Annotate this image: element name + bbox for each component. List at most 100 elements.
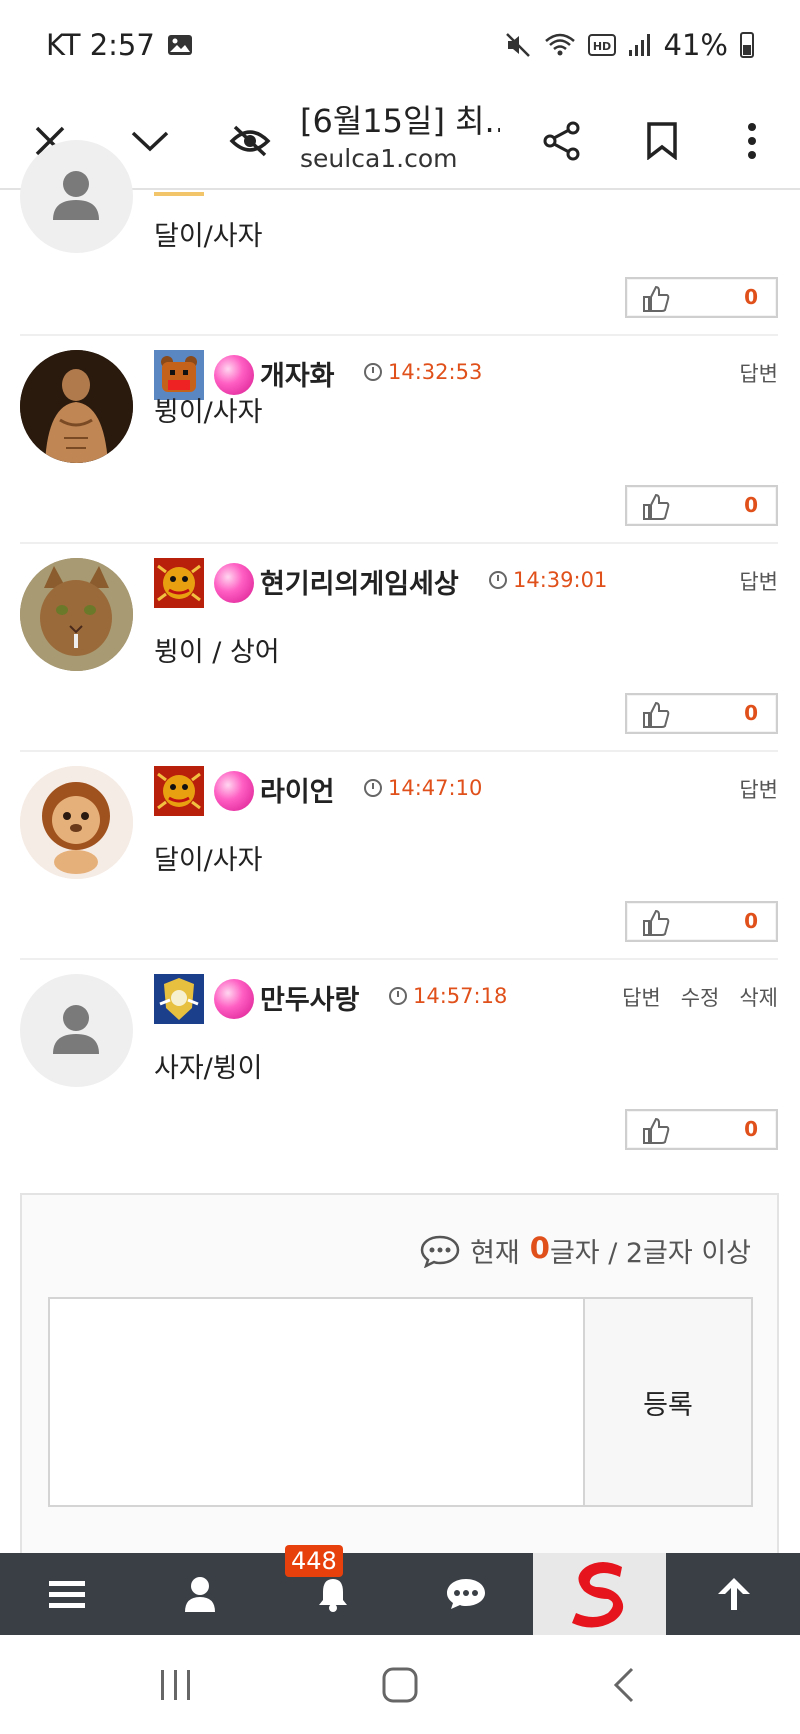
dragon-level-icon — [154, 766, 204, 816]
scroll-top-button[interactable] — [667, 1553, 800, 1635]
char-counter: 현재 0 글자 / 2글자 이상 — [420, 1231, 751, 1270]
like-count: 0 — [744, 1117, 758, 1141]
clock-icon — [389, 987, 407, 1005]
comment-textarea[interactable] — [48, 1297, 585, 1507]
comment-actions: 답변 — [739, 358, 778, 388]
clock-icon — [489, 571, 507, 589]
thumbs-up-icon — [643, 493, 670, 520]
reply-link[interactable]: 답변 — [739, 358, 778, 388]
edit-link[interactable]: 수정 — [681, 982, 720, 1012]
site-logo-button[interactable] — [533, 1553, 666, 1635]
comment-item: 라이언 14:47:10 답변 달이/사자 0 — [0, 752, 800, 958]
battery-icon — [740, 32, 754, 58]
secret-mode-button[interactable] — [220, 92, 280, 190]
like-count: 0 — [744, 285, 758, 309]
clock-icon — [364, 363, 382, 381]
comment-time: 14:57:18 — [389, 984, 507, 1008]
wifi-icon — [544, 33, 575, 56]
menu-button[interactable] — [0, 1553, 133, 1635]
gem-icon — [214, 771, 254, 811]
home-icon — [382, 1667, 418, 1702]
gem-icon — [214, 355, 254, 395]
hamburger-icon — [48, 1581, 85, 1608]
profile-button[interactable] — [133, 1553, 266, 1635]
more-vert-icon — [748, 123, 756, 159]
comment-actions: 답변 — [739, 774, 778, 804]
comment-time: 14:47:10 — [364, 776, 482, 800]
comment-partial: 달이/사자 0 — [0, 140, 800, 334]
comment-time: 14:32:53 — [364, 360, 482, 384]
avatar — [20, 558, 133, 671]
carrier-time: KT 2:57 — [46, 28, 155, 62]
like-count: 0 — [744, 493, 758, 517]
system-nav-bar — [0, 1635, 800, 1734]
signal-icon — [628, 34, 650, 56]
crest-level-icon — [154, 974, 204, 1024]
back-icon — [613, 1667, 634, 1702]
clock-icon — [364, 779, 382, 797]
thumbs-up-icon — [643, 701, 670, 728]
time-text: 14:32:53 — [388, 360, 483, 384]
bottom-nav: 448 — [0, 1545, 800, 1635]
reply-link[interactable]: 답변 — [622, 982, 661, 1012]
status-bar: KT 2:57 HD 41% — [0, 0, 800, 92]
nickname[interactable]: 만두사랑 — [260, 978, 359, 1017]
like-button[interactable]: 0 — [625, 1109, 778, 1150]
thumbs-up-icon — [643, 909, 670, 936]
recent-apps-icon — [161, 1669, 190, 1700]
page-title: [6월15일] 최... — [300, 102, 500, 140]
nickname[interactable]: 개자화 — [260, 354, 335, 393]
like-button[interactable]: 0 — [625, 277, 778, 318]
avatar — [20, 140, 133, 253]
like-button[interactable]: 0 — [625, 901, 778, 942]
time-text: 14:39:01 — [513, 568, 608, 592]
gem-icon — [214, 979, 254, 1019]
like-count: 0 — [744, 909, 758, 933]
comment-actions: 답변 수정 삭제 — [622, 982, 778, 1012]
like-button[interactable]: 0 — [625, 693, 778, 734]
status-left: KT 2:57 — [46, 28, 193, 62]
comment-body: 뷩이/사자 — [154, 397, 263, 428]
comment-item: 개자화 14:32:53 답변 뷩이/사자 0 — [0, 336, 800, 542]
delete-link[interactable]: 삭제 — [739, 982, 778, 1012]
address-area[interactable]: [6월15일] 최... seulca1.com — [300, 96, 500, 173]
default-user-icon — [53, 1005, 99, 1054]
avatar — [20, 766, 133, 879]
hd-icon: HD — [587, 34, 616, 56]
recent-apps-button[interactable] — [116, 1635, 236, 1734]
reply-link[interactable]: 답변 — [739, 566, 778, 596]
more-menu-button[interactable] — [722, 92, 782, 190]
bookmark-icon — [647, 122, 677, 160]
thumbs-up-icon — [643, 1117, 670, 1144]
avatar — [20, 350, 133, 463]
comment-time: 14:39:01 — [489, 568, 607, 592]
comment-body: 뷩이 / 상어 — [154, 637, 280, 668]
share-icon — [543, 121, 580, 161]
gallery-icon — [167, 35, 192, 55]
svg-text:HD: HD — [592, 40, 610, 53]
count-prefix: 현재 — [470, 1238, 520, 1269]
bookmark-button[interactable] — [632, 92, 692, 190]
chat-button[interactable] — [399, 1553, 532, 1635]
nickname[interactable]: 라이언 — [260, 770, 335, 809]
time-text: 14:57:18 — [413, 984, 508, 1008]
nickname[interactable]: 현기리의게임세상 — [260, 562, 459, 601]
dragon-level-icon — [154, 558, 204, 608]
level-icon-partial — [154, 192, 204, 196]
comment-actions: 답변 — [739, 566, 778, 596]
muscle-man-avatar — [20, 350, 133, 463]
submit-button[interactable]: 등록 — [585, 1297, 753, 1507]
count-suffix: 글자 / 2글자 이상 — [549, 1238, 751, 1269]
share-button[interactable] — [532, 92, 592, 190]
reply-link[interactable]: 답변 — [739, 774, 778, 804]
lion-avatar — [20, 766, 133, 879]
chat-bubble-icon — [446, 1579, 485, 1609]
page-domain: seulca1.com — [300, 144, 458, 173]
like-button[interactable]: 0 — [625, 485, 778, 526]
s-logo-icon — [571, 1562, 623, 1628]
level-icon — [154, 766, 204, 816]
back-button[interactable] — [564, 1635, 684, 1734]
home-button[interactable] — [340, 1635, 460, 1734]
status-right: HD 41% — [504, 28, 754, 62]
comment-body: 달이/사자 — [154, 845, 263, 876]
